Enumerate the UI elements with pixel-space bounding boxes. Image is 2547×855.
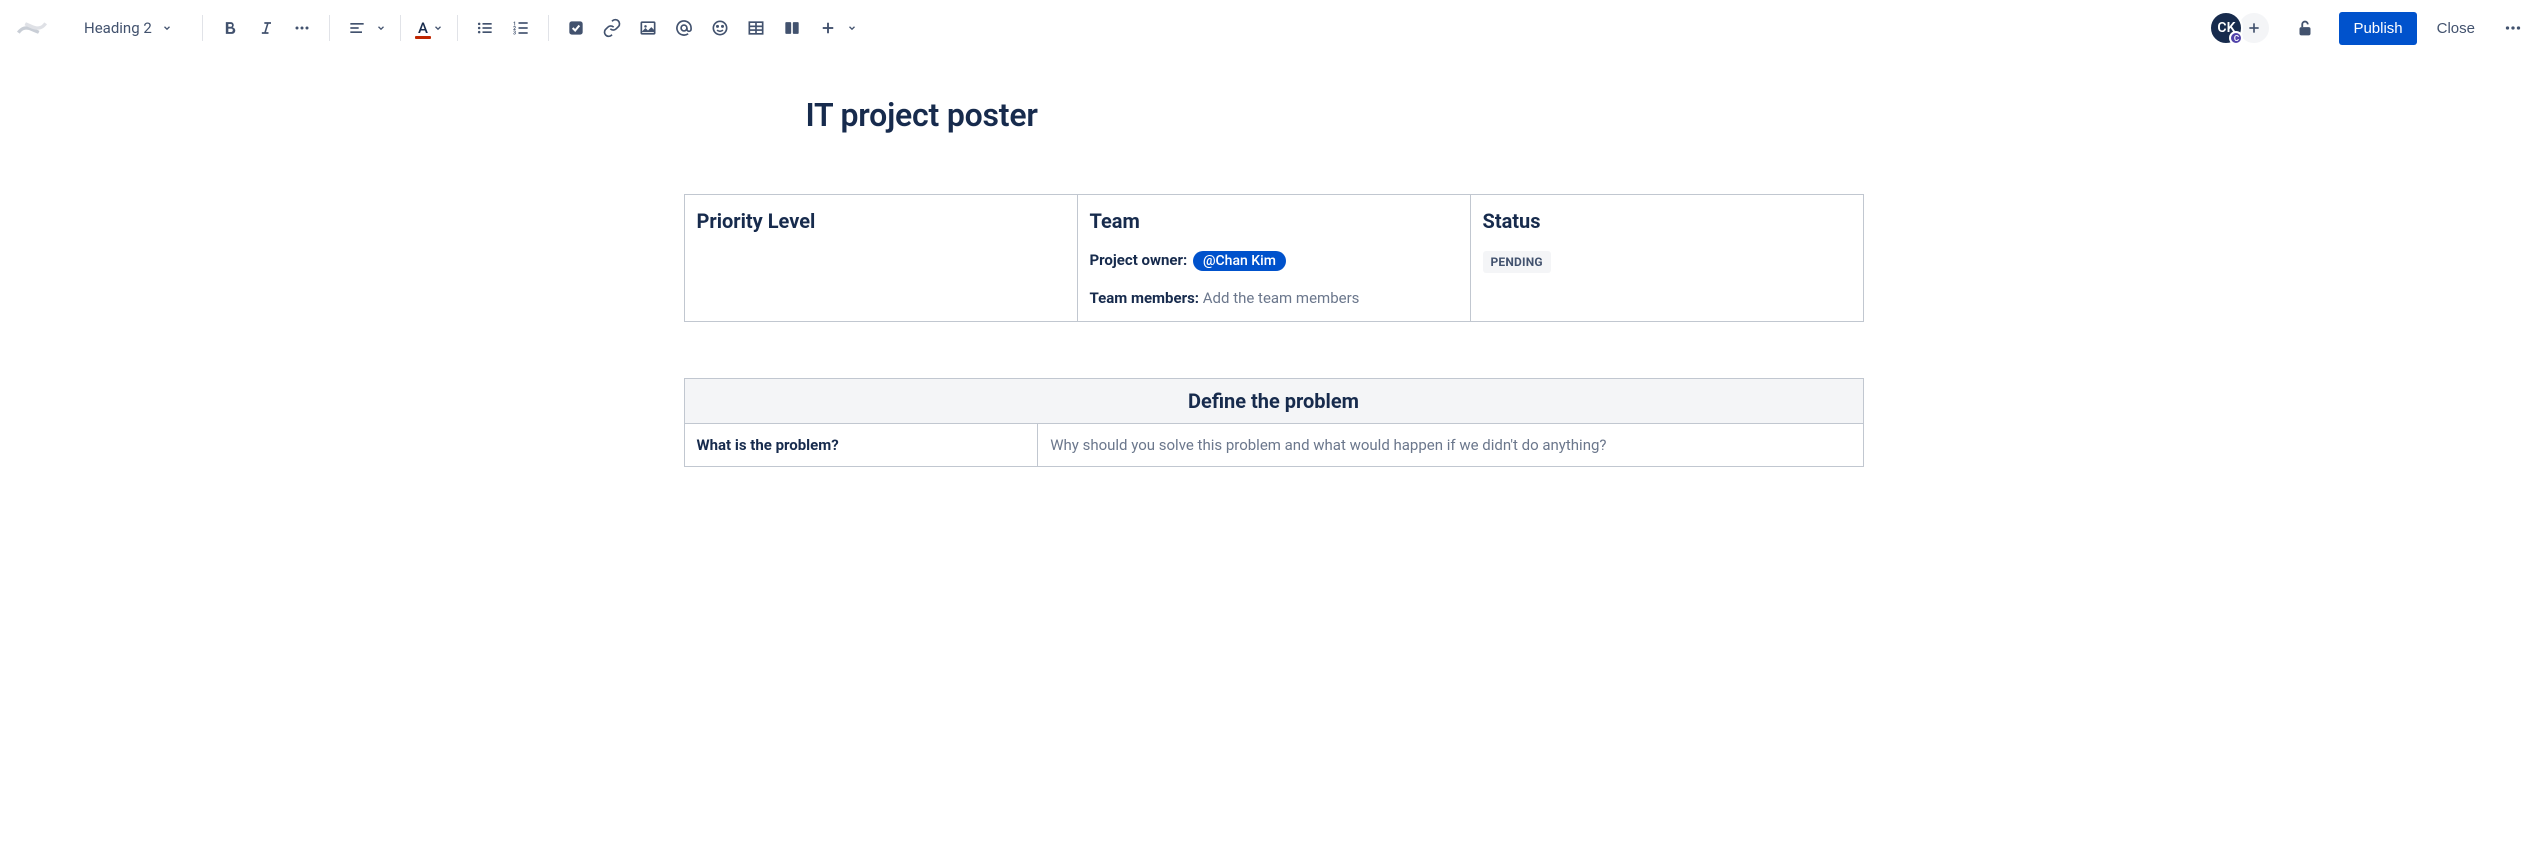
publish-button[interactable]: Publish bbox=[2339, 12, 2416, 45]
section-heading-cell[interactable]: Define the problem bbox=[684, 379, 1863, 424]
toolbar-right-group: CK C Publish Close bbox=[2209, 10, 2531, 46]
cell-heading: Status bbox=[1483, 209, 1851, 233]
text-color-button[interactable]: A bbox=[411, 11, 447, 45]
project-info-table[interactable]: Priority Level Team Project owner: @Chan… bbox=[684, 194, 1864, 322]
toolbar-divider bbox=[329, 15, 330, 41]
status-lozenge[interactable]: PENDING bbox=[1483, 251, 1551, 273]
status-cell[interactable]: Status PENDING bbox=[1470, 195, 1863, 322]
layouts-icon bbox=[782, 18, 802, 38]
cell-heading: Priority Level bbox=[697, 209, 1065, 233]
collaborators-stack: CK C bbox=[2209, 11, 2271, 45]
emoji-button[interactable] bbox=[703, 11, 737, 45]
close-button[interactable]: Close bbox=[2425, 12, 2487, 45]
numbered-list-icon: 123 bbox=[511, 18, 531, 38]
chevron-down-icon bbox=[376, 23, 386, 33]
text-style-select[interactable]: Heading 2 bbox=[74, 13, 192, 43]
svg-text:3: 3 bbox=[513, 31, 516, 37]
toolbar-divider bbox=[548, 15, 549, 41]
confluence-logo-icon bbox=[16, 12, 48, 44]
team-members-line: Team members: Add the team members bbox=[1090, 289, 1458, 307]
mention-icon bbox=[674, 18, 694, 38]
link-icon bbox=[602, 18, 622, 38]
table-row: What is the problem? Why should you solv… bbox=[684, 424, 1863, 467]
action-item-button[interactable] bbox=[559, 11, 593, 45]
bold-button[interactable] bbox=[213, 11, 247, 45]
toolbar-divider bbox=[457, 15, 458, 41]
italic-icon bbox=[256, 18, 276, 38]
text-color-icon: A bbox=[415, 19, 431, 37]
plus-icon bbox=[2246, 20, 2262, 36]
more-horizontal-icon bbox=[2502, 17, 2524, 39]
problem-placeholder-cell[interactable]: Why should you solve this problem and wh… bbox=[1038, 424, 1863, 467]
insert-button[interactable] bbox=[811, 11, 861, 45]
italic-button[interactable] bbox=[249, 11, 283, 45]
more-formatting-button[interactable] bbox=[285, 11, 319, 45]
bullet-list-icon bbox=[475, 18, 495, 38]
toolbar-divider bbox=[202, 15, 203, 41]
avatar-presence-dot: C bbox=[2229, 31, 2243, 45]
chevron-down-icon bbox=[847, 23, 857, 33]
image-icon bbox=[638, 18, 658, 38]
align-left-icon bbox=[347, 18, 367, 38]
mention-button[interactable] bbox=[667, 11, 701, 45]
bullet-list-button[interactable] bbox=[468, 11, 502, 45]
table-icon bbox=[746, 18, 766, 38]
cell-heading: Team bbox=[1090, 209, 1458, 233]
project-owner-mention[interactable]: @Chan Kim bbox=[1193, 251, 1286, 271]
table-row: Define the problem bbox=[684, 379, 1863, 424]
editor-toolbar: Heading 2 A bbox=[0, 0, 2547, 56]
problem-table[interactable]: Define the problem What is the problem? … bbox=[684, 378, 1864, 467]
team-cell[interactable]: Team Project owner: @Chan Kim Team membe… bbox=[1077, 195, 1470, 322]
editor-content[interactable]: IT project poster Priority Level Team Pr… bbox=[684, 56, 1864, 467]
table-button[interactable] bbox=[739, 11, 773, 45]
numbered-list-button[interactable]: 123 bbox=[504, 11, 538, 45]
priority-cell[interactable]: Priority Level bbox=[684, 195, 1077, 322]
toolbar-divider bbox=[400, 15, 401, 41]
unlock-icon bbox=[2294, 17, 2316, 39]
align-button[interactable] bbox=[340, 11, 390, 45]
project-owner-label: Project owner: bbox=[1090, 251, 1188, 269]
text-style-label: Heading 2 bbox=[84, 19, 152, 37]
team-members-label: Team members: bbox=[1090, 289, 1200, 307]
chevron-down-icon bbox=[162, 23, 172, 33]
chevron-down-icon bbox=[433, 23, 443, 33]
table-row: Priority Level Team Project owner: @Chan… bbox=[684, 195, 1863, 322]
checkbox-icon bbox=[566, 18, 586, 38]
toolbar-left-group: Heading 2 A bbox=[16, 11, 861, 45]
plus-icon bbox=[819, 19, 837, 37]
image-button[interactable] bbox=[631, 11, 665, 45]
team-members-placeholder[interactable]: Add the team members bbox=[1203, 289, 1360, 307]
problem-label-cell[interactable]: What is the problem? bbox=[684, 424, 1038, 467]
layouts-button[interactable] bbox=[775, 11, 809, 45]
more-horizontal-icon bbox=[292, 18, 312, 38]
restrictions-button[interactable] bbox=[2287, 10, 2323, 46]
emoji-icon bbox=[710, 18, 730, 38]
more-actions-button[interactable] bbox=[2495, 10, 2531, 46]
collaborator-avatar[interactable]: CK C bbox=[2209, 11, 2243, 45]
page-title[interactable]: IT project poster bbox=[806, 96, 1864, 134]
link-button[interactable] bbox=[595, 11, 629, 45]
project-owner-line: Project owner: @Chan Kim bbox=[1090, 251, 1458, 271]
bold-icon bbox=[220, 18, 240, 38]
